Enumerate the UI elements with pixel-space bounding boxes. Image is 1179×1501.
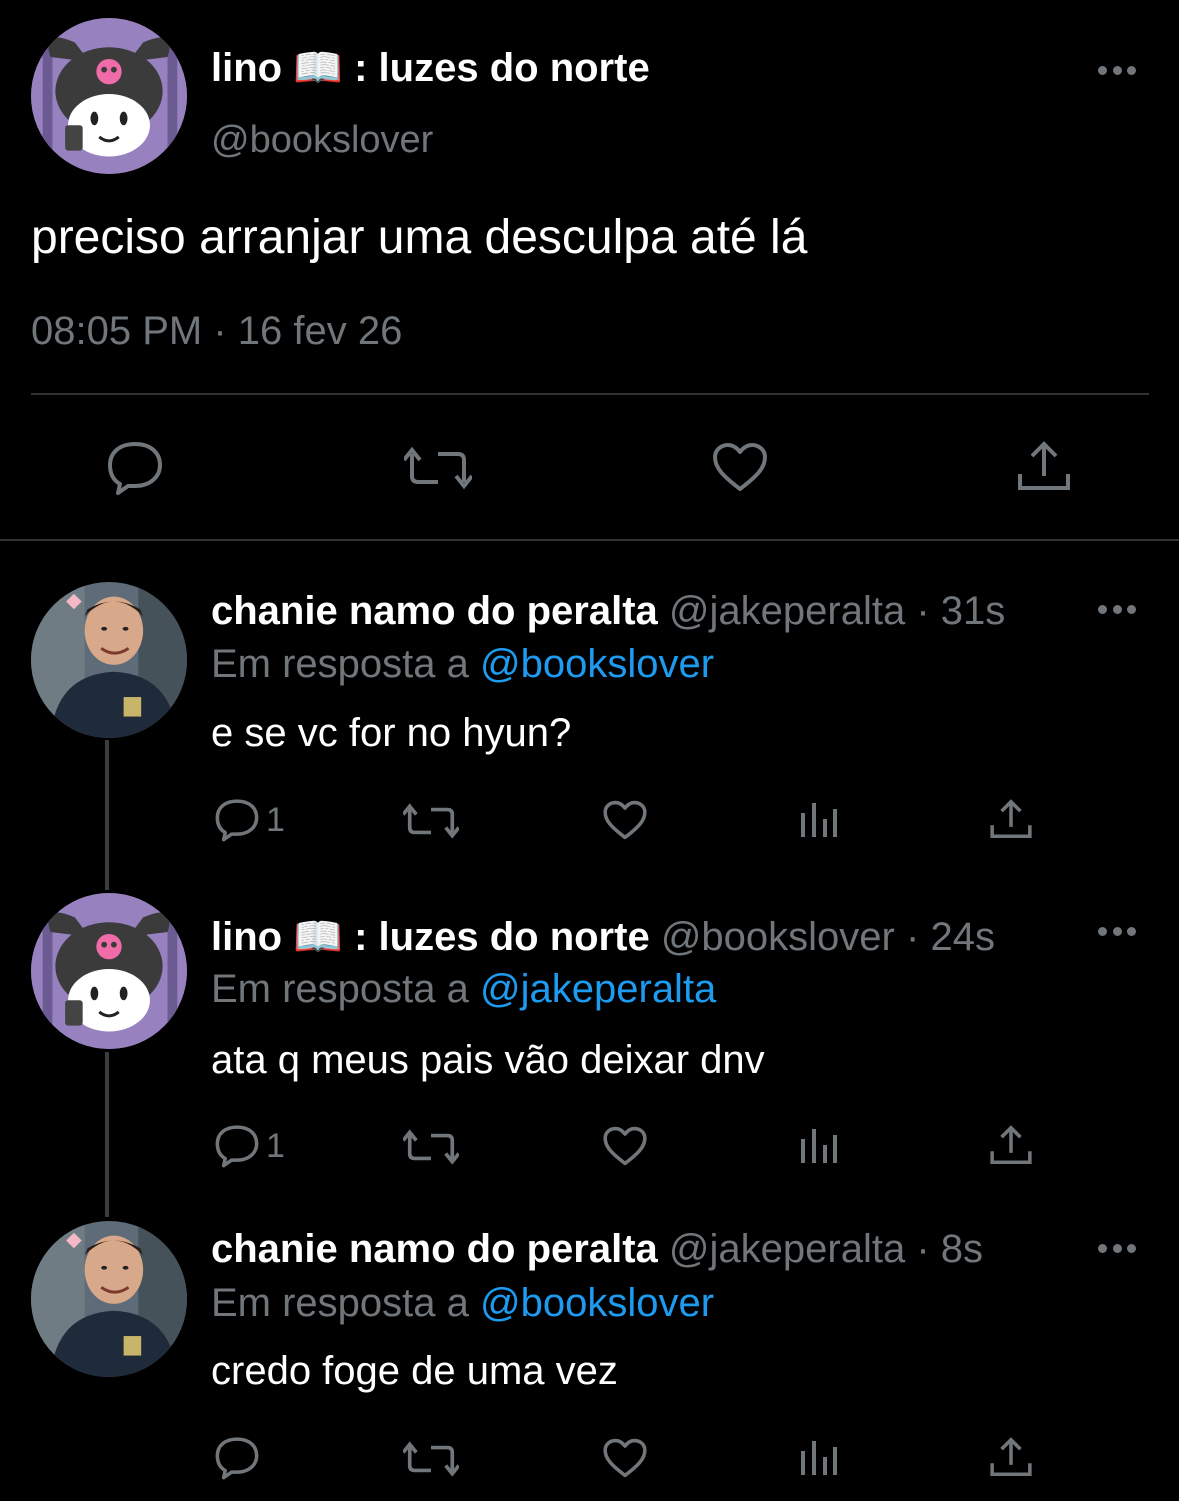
divider <box>31 393 1149 395</box>
avatar[interactable] <box>31 18 187 174</box>
views-button[interactable] <box>800 801 838 839</box>
reply-button[interactable]: 1 <box>214 1124 285 1168</box>
heart-icon <box>603 1126 647 1166</box>
thread-line <box>105 1052 109 1217</box>
ellipsis-icon[interactable] <box>1098 1241 1136 1255</box>
retweet-icon <box>403 1129 459 1165</box>
bar-chart-icon <box>801 1441 837 1475</box>
heart-icon <box>713 443 767 491</box>
retweet-button[interactable] <box>403 1129 459 1165</box>
ellipsis-icon[interactable] <box>1098 924 1136 938</box>
tweet-text: ata q meus pais vão deixar dnv <box>211 1038 765 1082</box>
reply-button[interactable]: 1 <box>214 798 285 842</box>
tweet-age[interactable]: 31s <box>941 589 1006 633</box>
reply-button[interactable] <box>106 440 164 496</box>
retweet-button[interactable] <box>404 446 472 490</box>
divider <box>0 539 1179 541</box>
reply-count: 1 <box>266 800 285 839</box>
speech-bubble-icon <box>215 1125 259 1168</box>
reply-count: 1 <box>266 1126 285 1165</box>
share-button[interactable] <box>989 1436 1033 1478</box>
reply-header: chanie namo do peralta @jakeperalta · 31… <box>211 589 1005 634</box>
share-icon <box>1018 441 1070 490</box>
retweet-button[interactable] <box>403 803 459 839</box>
kuromi-avatar-image <box>31 893 187 1049</box>
tweet-timestamp[interactable]: 08:05 PM · 16 fev 26 <box>31 309 402 354</box>
mention-link[interactable]: @bookslover <box>480 642 714 686</box>
retweet-icon <box>404 446 472 490</box>
separator: · <box>916 1227 930 1271</box>
tweet-age[interactable]: 8s <box>941 1227 983 1271</box>
separator: · <box>916 589 930 633</box>
jake-avatar-image <box>31 582 187 738</box>
speech-bubble-icon <box>215 799 259 842</box>
share-icon <box>990 1437 1032 1477</box>
author-handle[interactable]: @jakeperalta <box>669 1227 905 1271</box>
author-handle[interactable]: @bookslover <box>661 915 895 959</box>
like-button[interactable] <box>602 1125 648 1167</box>
ellipsis-icon[interactable] <box>1098 602 1136 616</box>
like-button[interactable] <box>711 441 769 493</box>
like-button[interactable] <box>602 799 648 841</box>
share-icon <box>990 1125 1032 1165</box>
replying-prefix: Em resposta a <box>211 642 469 686</box>
share-button[interactable] <box>1016 440 1072 492</box>
replying-to: Em resposta a @jakeperalta <box>211 967 716 1012</box>
mention-link[interactable]: @jakeperalta <box>480 967 716 1011</box>
views-button[interactable] <box>800 1439 838 1477</box>
replying-prefix: Em resposta a <box>211 1281 469 1325</box>
share-button[interactable] <box>989 798 1033 840</box>
avatar[interactable] <box>31 1221 187 1377</box>
avatar[interactable] <box>31 582 187 738</box>
reply-button[interactable] <box>214 1436 266 1480</box>
avatar[interactable] <box>31 893 187 1049</box>
reply-header: chanie namo do peralta @jakeperalta · 8s <box>211 1227 983 1272</box>
like-button[interactable] <box>602 1437 648 1479</box>
retweet-icon <box>403 1441 459 1477</box>
reply-header: lino 📖 : luzes do norte @bookslover · 24… <box>211 913 995 960</box>
tweet-text: credo foge de uma vez <box>211 1349 618 1393</box>
thread-line <box>105 740 109 890</box>
views-button[interactable] <box>800 1127 838 1165</box>
author-handle[interactable]: @jakeperalta <box>669 589 905 633</box>
tweet-text: e se vc for no hyun? <box>211 711 572 755</box>
separator: · <box>906 915 920 959</box>
mention-link[interactable]: @bookslover <box>480 1281 714 1325</box>
author-name[interactable]: lino 📖 : luzes do norte <box>211 44 650 91</box>
tweet-age[interactable]: 24s <box>930 915 995 959</box>
heart-icon <box>603 1438 647 1478</box>
ellipsis-icon[interactable] <box>1098 63 1136 77</box>
heart-icon <box>603 800 647 840</box>
replying-prefix: Em resposta a <box>211 967 469 1011</box>
author-handle[interactable]: @bookslover <box>211 119 433 162</box>
author-name[interactable]: chanie namo do peralta <box>211 589 658 633</box>
share-button[interactable] <box>989 1124 1033 1166</box>
speech-bubble-icon <box>215 1437 259 1480</box>
bar-chart-icon <box>801 1129 837 1163</box>
bar-chart-icon <box>801 803 837 837</box>
retweet-icon <box>403 803 459 839</box>
speech-bubble-icon <box>108 442 162 495</box>
replying-to: Em resposta a @bookslover <box>211 1281 714 1326</box>
author-name[interactable]: lino 📖 : luzes do norte <box>211 915 650 959</box>
jake-avatar-image <box>31 1221 187 1377</box>
kuromi-avatar-image <box>31 18 187 174</box>
tweet-text: preciso arranjar uma desculpa até lá <box>31 211 808 264</box>
share-icon <box>990 799 1032 839</box>
replying-to: Em resposta a @bookslover <box>211 642 714 687</box>
retweet-button[interactable] <box>403 1441 459 1477</box>
author-name[interactable]: chanie namo do peralta <box>211 1227 658 1271</box>
